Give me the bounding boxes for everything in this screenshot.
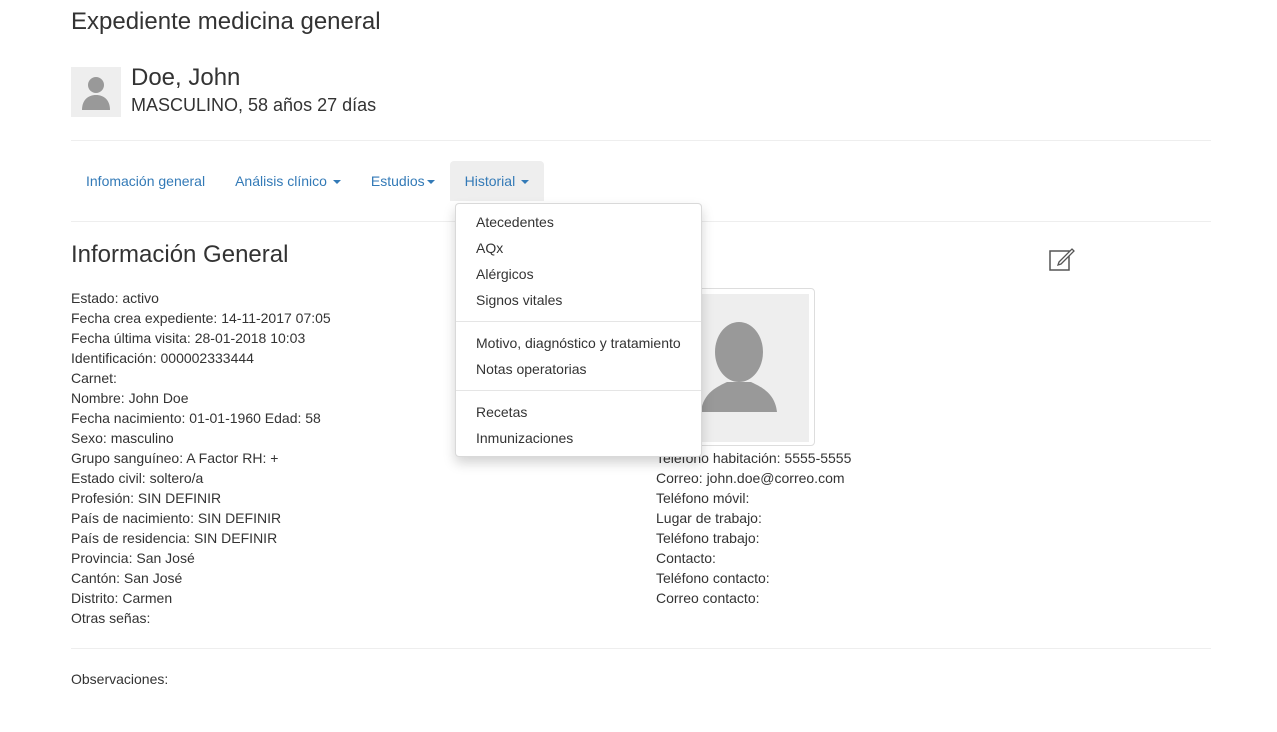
section-title: Información General — [71, 241, 289, 268]
nav-tabs: Infomación general Análisis clínico Estu… — [71, 161, 545, 201]
info-line: Correo contacto: — [656, 590, 760, 606]
patient-avatar — [71, 67, 121, 117]
patient-info-left: Estado: activo Fecha crea expediente: 14… — [71, 288, 331, 628]
info-line: Correo: john.doe@correo.com — [656, 470, 845, 486]
info-line: Sexo: masculino — [71, 430, 174, 446]
menu-item-motivo-diagnostico[interactable]: Motivo, diagnóstico y tratamiento — [456, 330, 701, 356]
info-line: País de nacimiento: SIN DEFINIR — [71, 510, 282, 526]
info-line: Teléfono trabajo: — [656, 530, 760, 546]
menu-item-notas-operatorias[interactable]: Notas operatorias — [456, 356, 701, 382]
tab-label: Análisis clínico — [235, 173, 327, 189]
caret-down-icon — [332, 180, 341, 185]
caret-down-icon — [426, 180, 435, 185]
menu-item-inmunizaciones[interactable]: Inmunizaciones — [456, 425, 701, 451]
info-line: Teléfono móvil: — [656, 490, 750, 506]
menu-divider — [456, 321, 701, 322]
info-line: Cantón: San José — [71, 570, 183, 586]
info-line: Identificación: 000002333444 — [71, 350, 254, 366]
user-silhouette-icon — [82, 77, 110, 110]
info-line: Distrito: Carmen — [71, 590, 173, 606]
page-title: Expediente medicina general — [71, 8, 381, 35]
tab-analisis-clinico[interactable]: Análisis clínico — [220, 161, 356, 201]
info-line: Fecha última visita: 28-01-2018 10:03 — [71, 330, 306, 346]
info-line: Carnet: — [71, 370, 117, 386]
caret-down-icon — [521, 180, 530, 185]
info-line: Otras señas: — [71, 610, 151, 626]
divider — [71, 140, 1211, 141]
menu-item-atecedentes[interactable]: Atecedentes — [456, 209, 701, 235]
tab-label: Estudios — [370, 173, 425, 189]
info-line: Estado civil: soltero/a — [71, 470, 204, 486]
divider — [71, 648, 1211, 649]
menu-item-alergicos[interactable]: Alérgicos — [456, 261, 701, 287]
tab-estudios[interactable]: Estudios — [356, 161, 450, 201]
info-line: Profesión: SIN DEFINIR — [71, 490, 222, 506]
info-line: Estado: activo — [71, 290, 159, 306]
edit-icon[interactable] — [1048, 245, 1075, 272]
observaciones-label: Observaciones: — [71, 671, 169, 687]
tab-label: Historial — [464, 173, 516, 189]
info-line: Fecha crea expediente: 14-11-2017 07:05 — [71, 310, 331, 326]
info-line: Nombre: John Doe — [71, 390, 189, 406]
patient-name: Doe, John — [131, 64, 241, 91]
info-line: Lugar de trabajo: — [656, 510, 762, 526]
info-line: País de residencia: SIN DEFINIR — [71, 530, 278, 546]
tab-historial[interactable]: Historial — [449, 161, 545, 201]
info-line: Contacto: — [656, 550, 716, 566]
info-line: Fecha nacimiento: 01-01-1960 Edad: 58 — [71, 410, 321, 426]
info-line: Provincia: San José — [71, 550, 195, 566]
menu-item-signos-vitales[interactable]: Signos vitales — [456, 287, 701, 313]
info-line: Teléfono contacto: — [656, 570, 770, 586]
menu-item-aqx[interactable]: AQx — [456, 235, 701, 261]
patient-info-right: Teléfono habitación: 5555-5555 Correo: j… — [656, 448, 851, 608]
tab-informacion-general[interactable]: Infomación general — [71, 161, 220, 201]
patient-summary: MASCULINO, 58 años 27 días — [131, 95, 377, 115]
historial-dropdown-menu: Atecedentes AQx Alérgicos Signos vitales… — [455, 203, 702, 457]
menu-divider — [456, 390, 701, 391]
menu-item-recetas[interactable]: Recetas — [456, 399, 701, 425]
tab-label: Infomación general — [86, 173, 206, 189]
info-line: Grupo sanguíneo: A Factor RH: + — [71, 450, 279, 466]
